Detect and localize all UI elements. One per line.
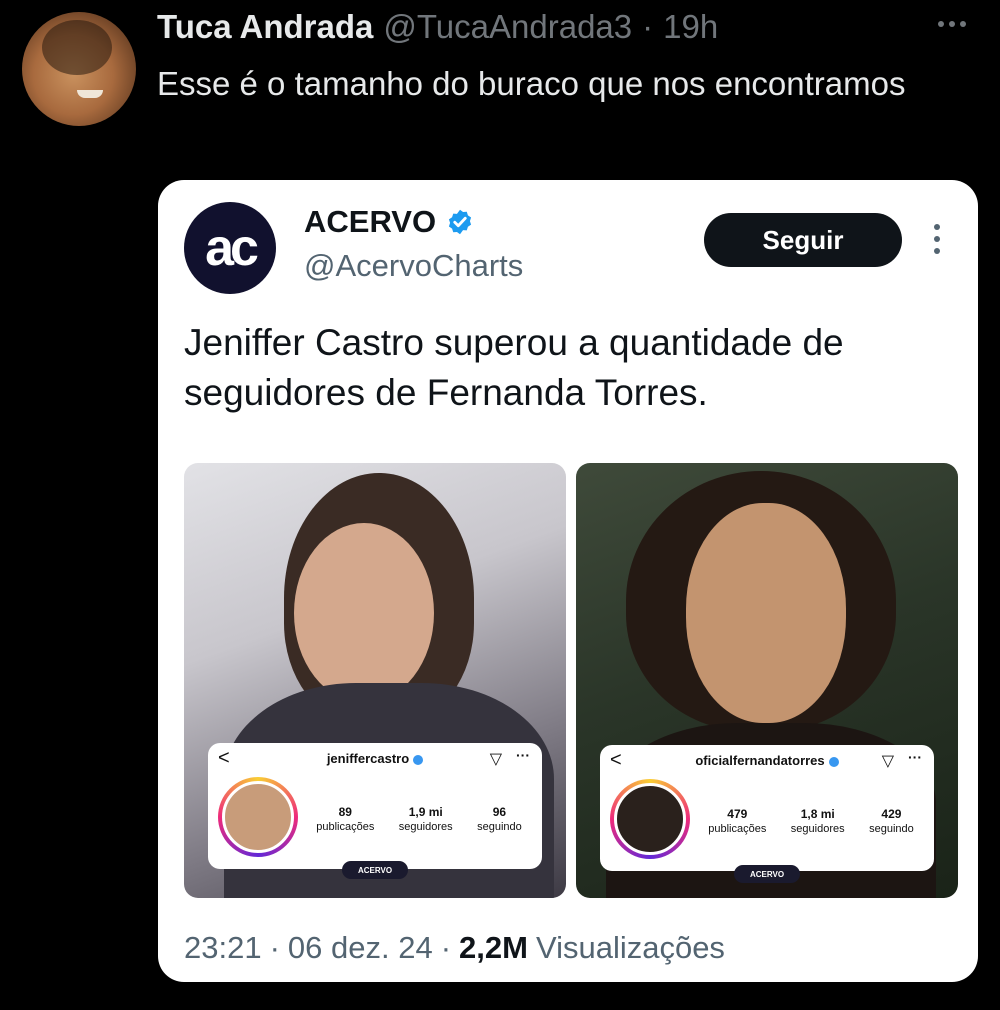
photo-figure-face bbox=[294, 523, 434, 703]
views-count: 2,2M bbox=[459, 930, 528, 965]
quoted-author-name[interactable]: ACERVO bbox=[304, 204, 436, 240]
profile-stats: 89 publicações 1,9 mi seguidores 96 seguind… bbox=[304, 805, 534, 835]
instagram-profile-card: < jeniffercastro ▽ ··· 89 publicações 1,9… bbox=[208, 743, 542, 869]
avatar-smile-shape bbox=[77, 90, 103, 98]
photo-figure-face bbox=[686, 503, 846, 723]
header-separator: · bbox=[642, 8, 654, 45]
author-handle[interactable]: @TucaAndrada3 bbox=[383, 8, 632, 46]
tweet-header: Tuca Andrada @TucaAndrada3 · 19h bbox=[157, 8, 718, 46]
profile-username-text: jeniffercastro bbox=[326, 751, 410, 766]
profile-stat-followers: 1,9 mi seguidores bbox=[398, 805, 453, 833]
footer-separator: · bbox=[269, 930, 280, 965]
photo-fernanda[interactable]: < oficialfernandatorres ▽ ··· 479 publica… bbox=[576, 463, 958, 898]
verified-badge-icon bbox=[448, 209, 472, 235]
quoted-tweet-footer: 23:21 · 06 dez. 24 · 2,2M Visualizações bbox=[184, 930, 725, 966]
avatar-hand-shape bbox=[42, 20, 112, 75]
profile-stat-followers: 1,8 mi seguidores bbox=[790, 807, 845, 835]
quoted-tweet-card[interactable]: ac ACERVO @AcervoCharts Seguir Jeniffer … bbox=[158, 180, 978, 982]
author-avatar[interactable] bbox=[22, 12, 136, 126]
profile-stat-posts: 89 publicações bbox=[316, 805, 375, 833]
more-vertical-icon[interactable] bbox=[934, 224, 942, 254]
quoted-name-row: ACERVO bbox=[304, 204, 474, 240]
instagram-profile-card: < oficialfernandatorres ▽ ··· 479 publica… bbox=[600, 745, 934, 871]
quoted-time[interactable]: 23:21 bbox=[184, 930, 262, 966]
tweet-time[interactable]: 19h bbox=[663, 8, 718, 46]
quoted-date[interactable]: 06 dez. 24 bbox=[288, 930, 433, 966]
profile-more-icon: ··· bbox=[908, 749, 922, 765]
profile-stat-following: 429 seguindo bbox=[869, 807, 914, 835]
acervo-watermark: ACERVO bbox=[342, 861, 408, 879]
views-label: Visualizações bbox=[535, 930, 725, 965]
profile-stat-posts: 479 publicações bbox=[708, 807, 767, 835]
profile-username-text: oficialfernandatorres bbox=[695, 753, 825, 768]
acervo-watermark: ACERVO bbox=[734, 865, 800, 883]
profile-verified-icon bbox=[828, 756, 839, 767]
more-horizontal-icon[interactable] bbox=[938, 14, 974, 34]
profile-stats: 479 publicações 1,8 mi seguidores 429 segui… bbox=[696, 807, 926, 837]
profile-avatar bbox=[610, 779, 690, 859]
send-icon: ▽ bbox=[489, 751, 502, 768]
tweet-text: Esse é o tamanho do buraco que nos encon… bbox=[157, 65, 906, 102]
profile-stat-following: 96 seguindo bbox=[477, 805, 522, 833]
acervo-avatar[interactable]: ac bbox=[184, 202, 276, 294]
follow-button[interactable]: Seguir bbox=[704, 213, 902, 267]
profile-verified-icon bbox=[413, 754, 424, 765]
quoted-tweet-text: Jeniffer Castro superou a quantidade de … bbox=[184, 322, 844, 413]
send-icon: ▽ bbox=[881, 753, 894, 770]
quoted-author-handle[interactable]: @AcervoCharts bbox=[304, 248, 523, 284]
profile-avatar bbox=[218, 777, 298, 857]
profile-more-icon: ··· bbox=[516, 747, 530, 763]
footer-separator: · bbox=[440, 930, 452, 965]
photo-jeniffer[interactable]: < jeniffercastro ▽ ··· 89 publicações 1,9… bbox=[184, 463, 566, 898]
author-name[interactable]: Tuca Andrada bbox=[157, 8, 373, 46]
